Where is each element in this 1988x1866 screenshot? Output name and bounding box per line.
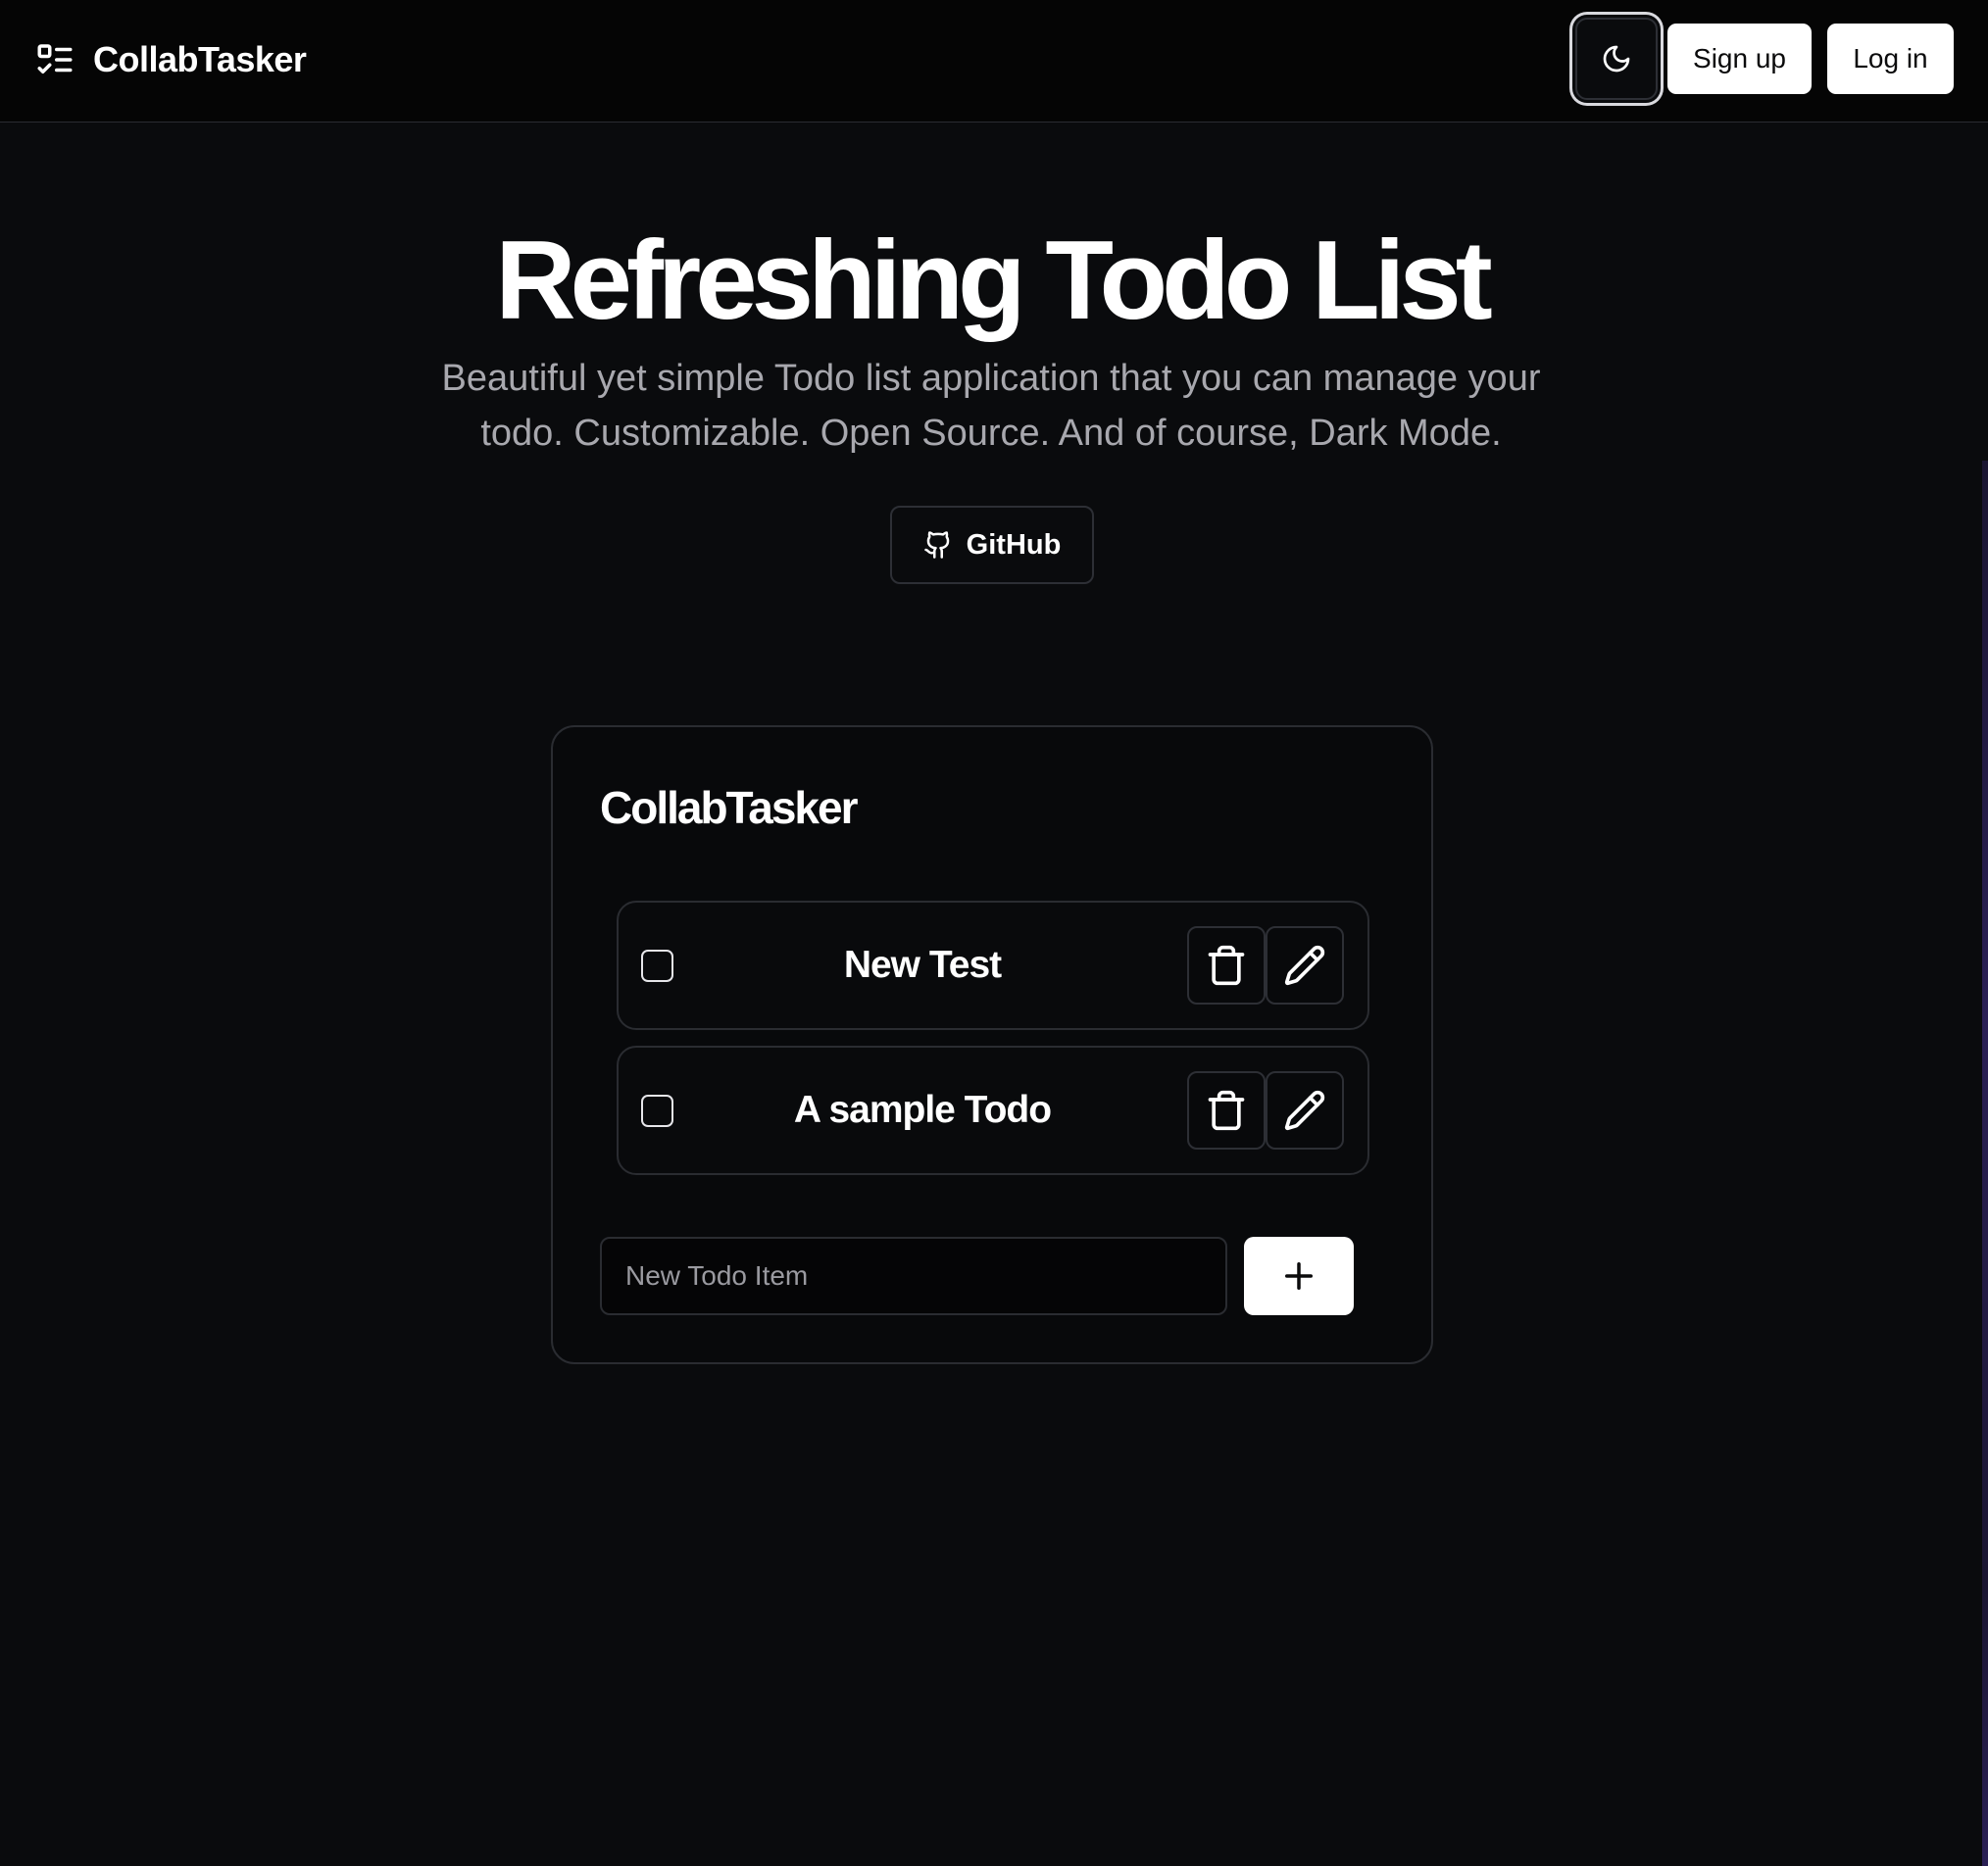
top-nav: CollabTasker Sign up Log in <box>0 0 1988 123</box>
hero-subtitle: Beautiful yet simple Todo list applicati… <box>441 358 1541 454</box>
todo-text: A sample Todo <box>793 1089 1052 1131</box>
todo-text: New Test <box>843 944 1002 986</box>
brand-name: CollabTasker <box>93 39 307 79</box>
brand[interactable]: CollabTasker <box>34 37 307 82</box>
github-icon <box>923 531 949 559</box>
new-todo-input[interactable] <box>600 1237 1227 1315</box>
todo-item: A sample Todo <box>617 1046 1369 1175</box>
pencil-icon <box>1284 945 1325 986</box>
github-label: GitHub <box>966 528 1062 561</box>
sign-up-button[interactable]: Sign up <box>1667 24 1812 94</box>
todo-checkbox[interactable] <box>641 1095 673 1127</box>
trash-icon <box>1208 945 1245 986</box>
card-title: CollabTasker <box>600 782 858 833</box>
delete-todo-button[interactable] <box>1187 1071 1266 1150</box>
log-in-button[interactable]: Log in <box>1827 24 1954 94</box>
plus-icon <box>1285 1262 1313 1290</box>
list-todo-icon <box>37 44 73 74</box>
theme-toggle-button[interactable] <box>1575 18 1658 100</box>
trash-icon <box>1208 1090 1245 1131</box>
edit-todo-button[interactable] <box>1266 926 1344 1005</box>
hero-title: Refreshing Todo List <box>495 219 1493 343</box>
add-todo-button[interactable] <box>1244 1237 1354 1315</box>
background-edge-strip <box>1982 461 1988 1866</box>
pencil-icon <box>1284 1090 1325 1131</box>
moon-icon <box>1603 45 1630 73</box>
todo-item: New Test <box>617 901 1369 1030</box>
edit-todo-button[interactable] <box>1266 1071 1344 1150</box>
github-button[interactable]: GitHub <box>890 506 1094 584</box>
delete-todo-button[interactable] <box>1187 926 1266 1005</box>
todo-checkbox[interactable] <box>641 950 673 982</box>
todo-card: CollabTasker New Test A sample Todo <box>551 725 1433 1364</box>
